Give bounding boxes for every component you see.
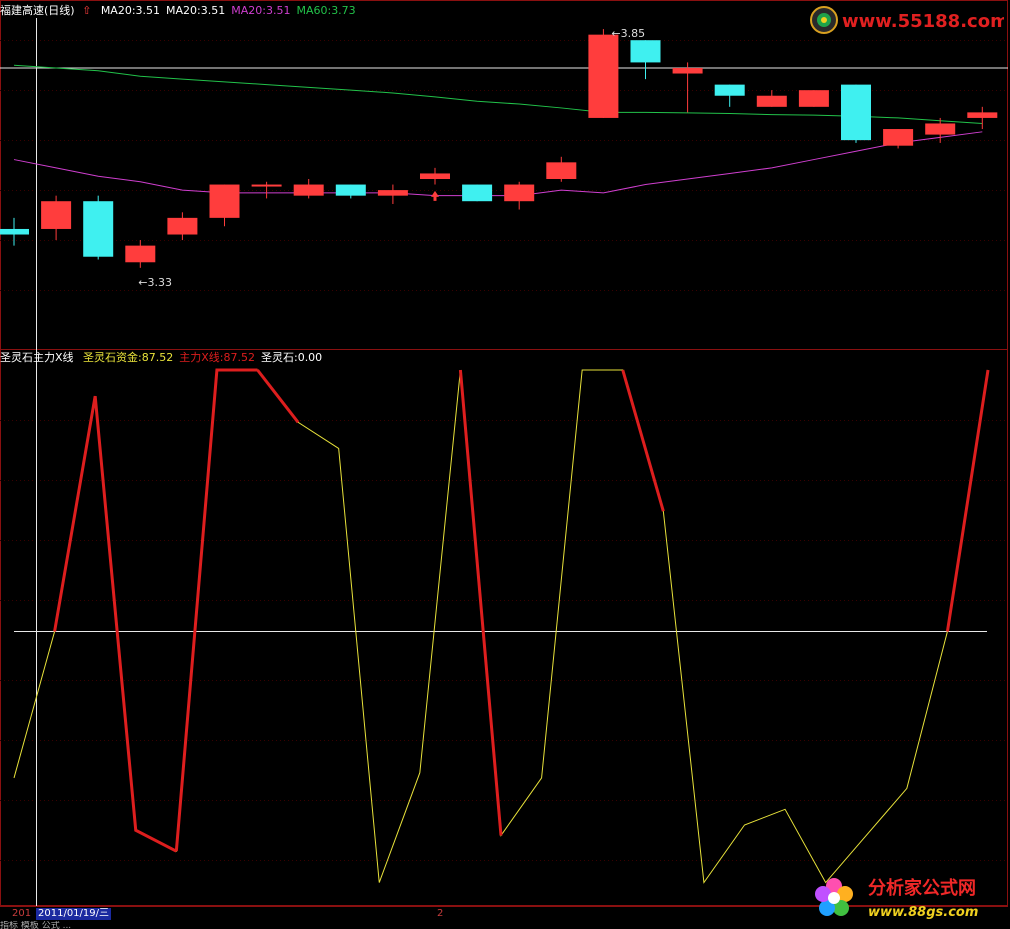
price-panel-header: 福建高速(日线) ⇧ MA20:3.51 MA20:3.51 MA20:3.51 MA…	[0, 4, 356, 18]
watermark-top-text: www.55188.com	[842, 11, 1004, 32]
indicator-red-segment	[945, 369, 990, 632]
indicator-panel[interactable]	[13, 368, 990, 884]
indicator-red-segment	[458, 369, 503, 836]
buy-signal-arrow-icon	[431, 190, 439, 201]
watermark-top-logo: www.55188.com	[808, 4, 1009, 36]
cursor-date-badge: 2011/01/19/三	[36, 908, 112, 920]
candle-down[interactable]	[83, 201, 114, 257]
up-arrow-icon: ⇧	[82, 4, 92, 17]
ma-legend-item: MA60:3.73	[296, 4, 356, 17]
indicator-panel-header: 圣灵石主力X线 圣灵石资金:87.52 主力X线:87.52 圣灵石:0.00	[0, 351, 322, 365]
ma-legend-item: MA20:3.51	[166, 4, 226, 17]
candle-up[interactable]	[672, 67, 703, 74]
watermark-bottom-title: 分析家公式网	[868, 877, 976, 899]
high-price-label: ←3.85	[611, 27, 645, 40]
ma-legend-item: MA20:3.51	[100, 4, 161, 17]
watermark-bottom-logo: 分析家公式网 www.88gs.com	[808, 870, 1008, 926]
candle-up[interactable]	[420, 173, 450, 179]
ma20-line	[13, 131, 983, 197]
candle-up[interactable]	[251, 184, 282, 187]
candle-up[interactable]	[125, 245, 156, 263]
indicator-red-segment	[174, 368, 258, 852]
indicator-legend-item: 主力X线:87.52	[179, 351, 255, 364]
indicator-legend-item: 圣灵石资金:87.52	[83, 351, 174, 364]
timeline-left-label: 201	[12, 908, 32, 919]
indicator-name: 圣灵石主力X线	[0, 351, 74, 364]
candle-up[interactable]	[41, 201, 72, 229]
watermark-bottom-url: www.88gs.com	[868, 905, 978, 920]
candle-up[interactable]	[209, 184, 240, 218]
candle-up[interactable]	[588, 34, 619, 118]
candle-up[interactable]	[798, 90, 829, 107]
indicator-red-segment	[53, 395, 178, 853]
candle-up[interactable]	[293, 184, 324, 196]
candle-up[interactable]	[504, 184, 535, 202]
ma-legend-item: MA20:3.51	[231, 4, 291, 17]
candle-up[interactable]	[546, 162, 577, 179]
price-panel[interactable]: ←3.85 ←3.33	[0, 27, 1008, 289]
candle-up[interactable]	[377, 190, 408, 196]
candle-up[interactable]	[167, 217, 198, 235]
chart-canvas[interactable]: ←3.85 ←3.33	[0, 0, 1010, 929]
indicator-red-segment	[256, 369, 300, 424]
ma60-line	[13, 64, 983, 124]
low-price-label: ←3.33	[138, 276, 172, 289]
candle-down[interactable]	[462, 184, 493, 202]
candle-down[interactable]	[714, 84, 745, 96]
stock-title: 福建高速(日线)	[0, 4, 75, 17]
candle-up[interactable]	[883, 129, 914, 146]
candle-down[interactable]	[0, 228, 29, 235]
candle-down[interactable]	[630, 40, 661, 63]
candle-up[interactable]	[756, 95, 787, 107]
candle-down[interactable]	[335, 184, 366, 196]
indicator-legend-item: 圣灵石:0.00	[260, 351, 323, 364]
candle-up[interactable]	[925, 123, 956, 135]
status-bar[interactable]: 指标 模板 公式 ...	[0, 921, 1010, 929]
timeline-mid-label: 2	[437, 908, 444, 919]
candle-down[interactable]	[841, 84, 871, 141]
candle-up[interactable]	[967, 112, 998, 118]
indicator-line	[13, 369, 989, 884]
indicator-red-segment	[621, 369, 665, 512]
